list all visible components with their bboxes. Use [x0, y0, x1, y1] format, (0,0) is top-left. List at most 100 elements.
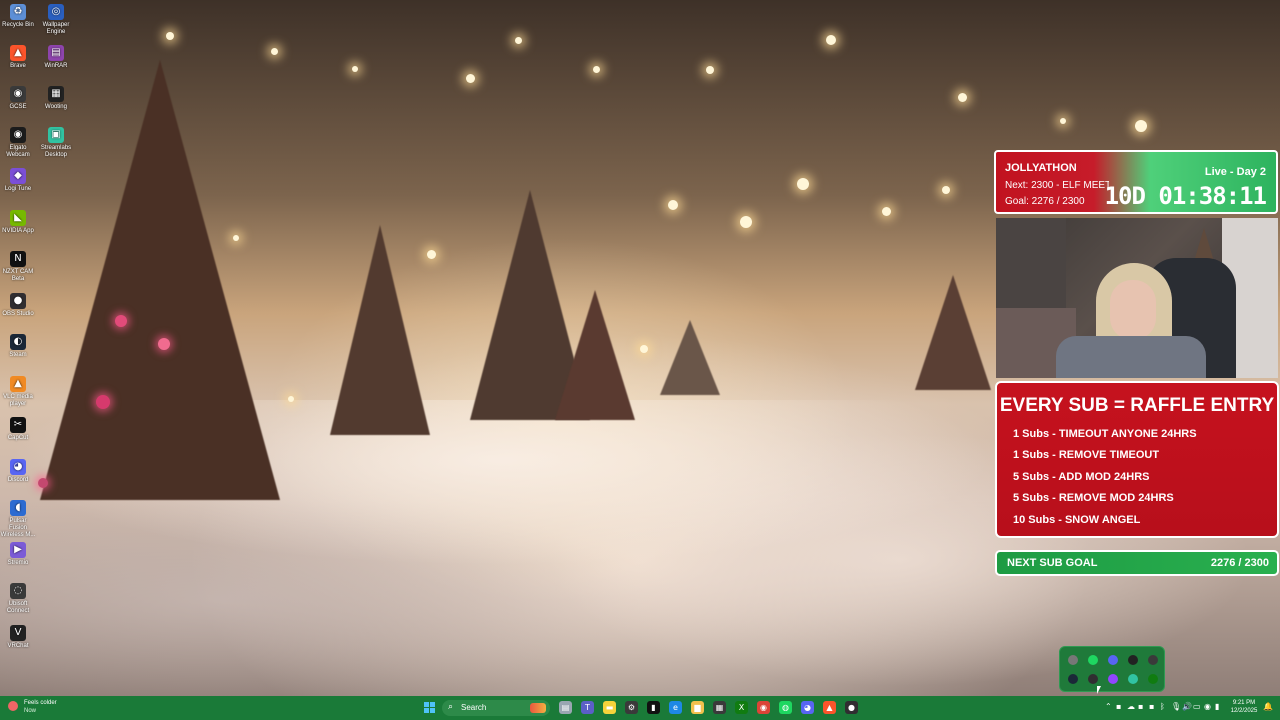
desktop-icon-brave[interactable]: ▲ Brave [0, 45, 36, 70]
desktop-icon-stremio[interactable]: ▶ Stremio [0, 541, 36, 567]
ornament [115, 315, 127, 327]
nvidia-icon: ◣ [10, 209, 26, 226]
christmas-tree [40, 60, 280, 500]
desktop-icon-vlc[interactable]: ▲ VLC media player [0, 375, 36, 408]
bokeh-light [942, 186, 950, 194]
desktop-icon-label: Streamlabs Desktop [40, 145, 72, 158]
vrchat-icon: V [10, 624, 26, 641]
app-tray-icon-3[interactable]: ▪ [1149, 702, 1154, 711]
streamer-shirt [1056, 336, 1206, 378]
twitch-tray-icon[interactable] [1108, 674, 1118, 684]
sticky-notes-icon[interactable]: ▬ [603, 701, 616, 714]
start-button[interactable] [424, 702, 436, 714]
desktop-icon-gcse[interactable]: ◉ GCSE [0, 86, 36, 111]
store-icon[interactable]: ▦ [713, 701, 726, 714]
desktop-icon-obs[interactable]: ● OBS Studio [0, 292, 36, 318]
discord-tray-icon[interactable] [1108, 655, 1118, 665]
windows-logo-icon [430, 702, 435, 707]
obs-tray-icon[interactable] [1088, 674, 1098, 684]
xbox-tray-icon[interactable] [1148, 674, 1158, 684]
sub-goal-label: NEXT SUB GOAL [1007, 557, 1098, 569]
steam-tray-icon[interactable] [1068, 674, 1078, 684]
streamlabs-tray-icon[interactable] [1128, 674, 1138, 684]
desktop-icon-wallpaper-engine[interactable]: ◎ Wallpaper Engine [38, 4, 74, 36]
desktop-icon-label: NVIDIA App [2, 227, 34, 234]
speaker-icon[interactable]: ◉ [1204, 702, 1211, 711]
desktop-icon-recycle-bin[interactable]: ♻ Recycle Bin [0, 4, 36, 29]
raffle-row: 5 Subs - ADD MOD 24HRS [1013, 471, 1150, 483]
bokeh-light [515, 37, 522, 44]
desktop-icon-steam[interactable]: ◐ Steam [0, 334, 36, 359]
desktop-icon-streamlabs[interactable]: ▣ Streamlabs Desktop [38, 127, 74, 159]
desktop-icon-label: CapCut [7, 435, 29, 441]
desktop-icon-discord[interactable]: ◕ Discord [0, 458, 36, 484]
discord-icon[interactable]: ◕ [801, 701, 814, 714]
spotify-tray-icon[interactable] [1088, 655, 1098, 665]
app-tray-icon[interactable]: ▪ [1116, 702, 1121, 711]
brave-icon[interactable]: ▲ [823, 701, 836, 714]
desktop-icon-vrchat[interactable]: V VRChat [0, 624, 36, 650]
desktop-icon-logi-tune[interactable]: ◆ Logi Tune [0, 168, 36, 193]
nvidia-tray-icon[interactable] [1128, 655, 1138, 665]
settings-icon[interactable]: ⚙ [625, 701, 638, 714]
gcse-icon: ◉ [10, 86, 26, 102]
mic-icon[interactable]: 🎙 [1171, 702, 1181, 711]
desktop-icon-label: Elgato Webcam [6, 145, 30, 158]
chrome-icon[interactable]: ◉ [757, 701, 770, 714]
desktop-icon-capcut[interactable]: ✂ CapCut [0, 417, 36, 442]
clock-time: 9:21 PM [1232, 700, 1256, 706]
logi-tune-icon: ◆ [10, 168, 26, 184]
weather-subtext: Now [24, 708, 37, 714]
edge-icon[interactable]: e [669, 701, 682, 714]
spotify-icon[interactable]: ◍ [779, 701, 792, 714]
jollyathon-timer-panel: JOLLYATHON Next: 2300 - ELF MEETS Goal: … [994, 150, 1278, 214]
bokeh-light [640, 345, 648, 353]
file-explorer-icon[interactable]: ▆ [691, 701, 704, 714]
notification-bell-icon[interactable]: 🔔 [1263, 702, 1273, 711]
tray-app-icon[interactable] [1068, 655, 1078, 665]
discord-icon: ◕ [10, 458, 26, 475]
weather-icon [8, 701, 18, 711]
desktop-icon-ubisoft[interactable]: ◌ Ubisoft Connect [0, 583, 36, 615]
file-icon[interactable]: ▤ [559, 701, 572, 714]
terminal-icon[interactable]: ▮ [647, 701, 660, 714]
bluetooth-icon[interactable]: ᛒ [1160, 702, 1165, 711]
desktop-icon-winrar[interactable]: ▤ WinRAR [38, 45, 74, 70]
winrar-icon: ▤ [48, 45, 64, 61]
ubisoft-icon: ◌ [10, 583, 26, 599]
taskbar-clock[interactable]: 9:21 PM 12/2/2025 [1228, 699, 1260, 715]
streamlabs-icon: ▣ [48, 127, 64, 143]
desktop-icon-nvidia[interactable]: ◣ NVIDIA App [0, 209, 36, 235]
taskbar-search[interactable]: ⌕ Search [442, 700, 550, 716]
desktop-icon-label: Wallpaper Engine [42, 22, 70, 35]
desktop-icon-label: Ubisoft Connect [6, 601, 30, 614]
streamer-face [1110, 280, 1156, 340]
network-icon[interactable]: ▭ [1193, 702, 1201, 711]
bokeh-light [1135, 120, 1147, 132]
search-placeholder: Search [461, 703, 487, 712]
chevron-up-icon[interactable]: ⌃ [1105, 702, 1112, 711]
desktop-icon-wooting[interactable]: ▦ Wooting [38, 86, 74, 111]
desktop-icon-label: Logi Tune [4, 186, 32, 192]
ornament [96, 395, 110, 409]
obs-icon[interactable]: ● [845, 701, 858, 714]
sub-goal-value: 2276 / 2300 [1210, 557, 1269, 569]
bokeh-light [1060, 118, 1066, 124]
onedrive-icon[interactable]: ☁ [1127, 702, 1135, 711]
battery-icon[interactable]: ▮ [1215, 702, 1219, 711]
app-tray-icon-2[interactable]: ▪ [1138, 702, 1143, 711]
ornament [158, 338, 170, 350]
mouse-cursor [1097, 686, 1101, 694]
settings-tray-icon[interactable] [1148, 655, 1158, 665]
desktop-icon-camera[interactable]: ◉ Elgato Webcam [0, 127, 36, 159]
desktop-icon-pulsar[interactable]: ◖ Pulsar Fusion Wireless M... [0, 500, 36, 539]
desktop-icon-label: Discord [7, 476, 29, 483]
christmas-tree [330, 225, 430, 435]
desktop-icon-nzxt[interactable]: N NZXT CAM Beta [0, 251, 36, 283]
bokeh-light [166, 32, 174, 40]
raffle-heading: EVERY SUB = RAFFLE ENTRY [999, 395, 1275, 416]
jollyathon-title: JOLLYATHON [1005, 162, 1077, 174]
xbox-icon[interactable]: X [735, 701, 748, 714]
teams-icon[interactable]: T [581, 701, 594, 714]
volume-icon[interactable]: 🔊 [1182, 702, 1192, 711]
